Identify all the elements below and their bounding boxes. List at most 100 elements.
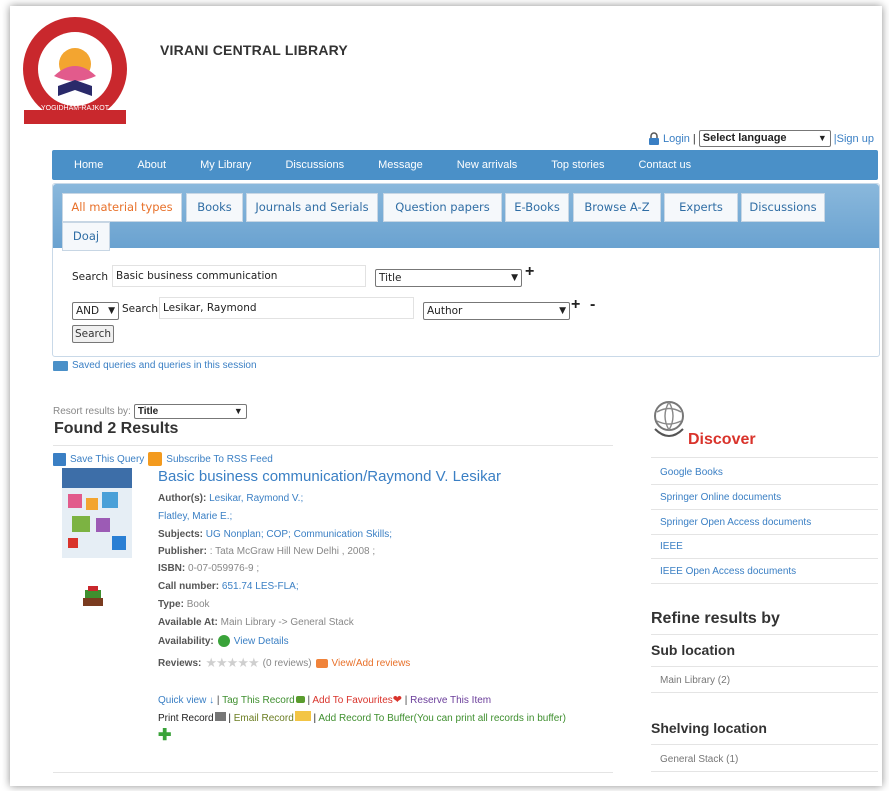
search-label-2: Search [122,303,159,315]
divider [651,771,878,772]
tag-record-link[interactable]: Tag This Record [222,695,295,706]
type-row: Type: Book [158,599,210,610]
results-count: Found 2 Results [54,420,179,437]
discover-heading-text: Discover [688,431,756,448]
query-actions: Save This Query Subscribe To RSS Feed [53,452,273,466]
shelving-location-item[interactable]: General Stack (1) [660,754,738,765]
reviews-label: Reviews: [158,657,202,669]
search-field-value-2: Author [427,305,463,317]
nav-top-stories[interactable]: Top stories [551,159,604,171]
search-field-select-2[interactable]: Author ▼ [423,302,570,320]
discover-link-springer-online[interactable]: Springer Online documents [660,492,781,503]
tab-experts[interactable]: Experts [664,193,738,222]
login-separator: | [692,132,696,145]
isbn-value: 0-07-059976-9 ; [188,563,260,574]
call-number-row: Call number: 651.74 LES-FLA; [158,581,299,592]
divider [651,509,878,510]
reviews-count: (0 reviews) [262,657,312,669]
sub-location-item[interactable]: Main Library (2) [660,675,730,686]
rating-stars-icon: ★★★★★ [205,655,259,670]
authors-row: Author(s): Lesikar, Raymond V.; [158,493,303,504]
nav-message[interactable]: Message [378,159,423,171]
book-cover-image[interactable] [62,468,132,558]
search-input-1[interactable]: Basic business communication [112,265,366,287]
divider [651,558,878,559]
saved-queries[interactable]: Saved queries and queries in this sessio… [53,360,257,371]
save-query-link[interactable]: Save This Query [70,454,144,465]
signup-link[interactable]: |Sign up [834,133,874,145]
divider [53,772,613,773]
add-plus-icon[interactable]: ✚ [158,725,171,745]
sub-location-heading: Sub location [651,642,735,658]
resort-value: Title [137,406,159,417]
tag-icon [295,696,305,703]
view-details-link[interactable]: View Details [234,636,289,647]
language-select[interactable]: Select language ▼ [698,130,831,147]
record-actions-row-1: Quick view ↓ | Tag This Record | Add To … [158,693,491,706]
remove-row-minus[interactable]: - [590,296,595,314]
discover-link-springer-open-access[interactable]: Springer Open Access documents [660,517,811,528]
record-title-link[interactable]: Basic business communication/Raymond V. … [158,468,501,485]
nav-contact-us[interactable]: Contact us [638,159,691,171]
nav-new-arrivals[interactable]: New arrivals [457,159,518,171]
isbn-row: ISBN: 0-07-059976-9 ; [158,563,259,574]
material-type-tabs: All material types Books Journals and Se… [53,184,879,251]
separator: | [214,695,223,706]
quick-view-link[interactable]: Quick view ↓ [158,695,214,706]
authors-label: Author(s): [158,493,207,504]
available-at-row: Available At: Main Library -> General St… [158,617,354,628]
divider [651,457,878,458]
chevron-down-icon: ▼ [817,133,827,143]
tab-books[interactable]: Books [186,193,243,222]
operator-select[interactable]: AND ▼ [72,302,119,320]
subjects-label: Subjects: [158,529,204,540]
nav-my-library[interactable]: My Library [200,159,251,171]
search-field-select-1[interactable]: Title ▼ [375,269,522,287]
tab-browse-a-z[interactable]: Browse A-Z [573,193,661,222]
tab-doaj[interactable]: Doaj [62,222,110,251]
printer-icon [214,712,226,721]
tab-e-books[interactable]: E-Books [505,193,569,222]
divider [651,744,878,745]
add-favourites-link[interactable]: Add To Favourites [312,695,392,706]
rss-icon [148,452,163,466]
view-add-reviews-link[interactable]: View/Add reviews [332,658,411,669]
nav-home[interactable]: Home [74,159,103,171]
tab-journals-and-serials[interactable]: Journals and Serials [246,193,378,222]
tab-discussions[interactable]: Discussions [741,193,825,222]
nav-discussions[interactable]: Discussions [285,159,344,171]
search-panel: All material types Books Journals and Se… [52,183,880,357]
book-icon [83,586,103,606]
subjects-row: Subjects: UG Nonplan; COP; Communication… [158,529,392,540]
discover-link-google-books[interactable]: Google Books [660,467,723,478]
tab-question-papers[interactable]: Question papers [383,193,502,222]
subjects-links[interactable]: UG Nonplan; COP; Communication Skills; [206,529,392,540]
print-record-link[interactable]: Print Record [158,713,214,724]
rss-link[interactable]: Subscribe To RSS Feed [166,454,273,465]
discover-link-ieee[interactable]: IEEE [660,541,683,552]
divider [651,583,878,584]
author-link-2[interactable]: Flatley, Marie E.; [158,511,232,522]
envelope-icon [294,711,311,721]
publisher-label: Publisher: [158,546,207,557]
search-button[interactable]: Search [72,325,115,343]
availability-row: Availability: View Details [158,635,289,647]
nav-about[interactable]: About [137,159,166,171]
email-record-link[interactable]: Email Record [234,713,294,724]
shelving-location-heading: Shelving location [651,720,767,736]
add-row-plus-1[interactable]: + [525,263,534,281]
discover-link-ieee-open-access[interactable]: IEEE Open Access documents [660,566,796,577]
add-to-buffer-link[interactable]: Add Record To Buffer(You can print all r… [318,713,566,724]
tab-all-material-types[interactable]: All material types [62,193,182,222]
author-link-1[interactable]: Lesikar, Raymond V.; [209,493,303,504]
login-link[interactable]: Login [663,133,690,145]
publisher-value: : Tata McGraw Hill New Delhi , 2008 ; [209,546,376,557]
saved-queries-link[interactable]: Saved queries and queries in this sessio… [72,360,257,371]
reserve-item-link[interactable]: Reserve This Item [410,695,491,706]
library-name: VIRANI CENTRAL LIBRARY [160,42,348,58]
call-number-link[interactable]: 651.74 LES-FLA; [222,581,299,592]
search-input-2[interactable]: Lesikar, Raymond [159,297,414,319]
type-value: Book [186,599,210,610]
resort-select[interactable]: Title ▼ [133,404,247,419]
add-row-plus-2[interactable]: + [571,296,580,314]
